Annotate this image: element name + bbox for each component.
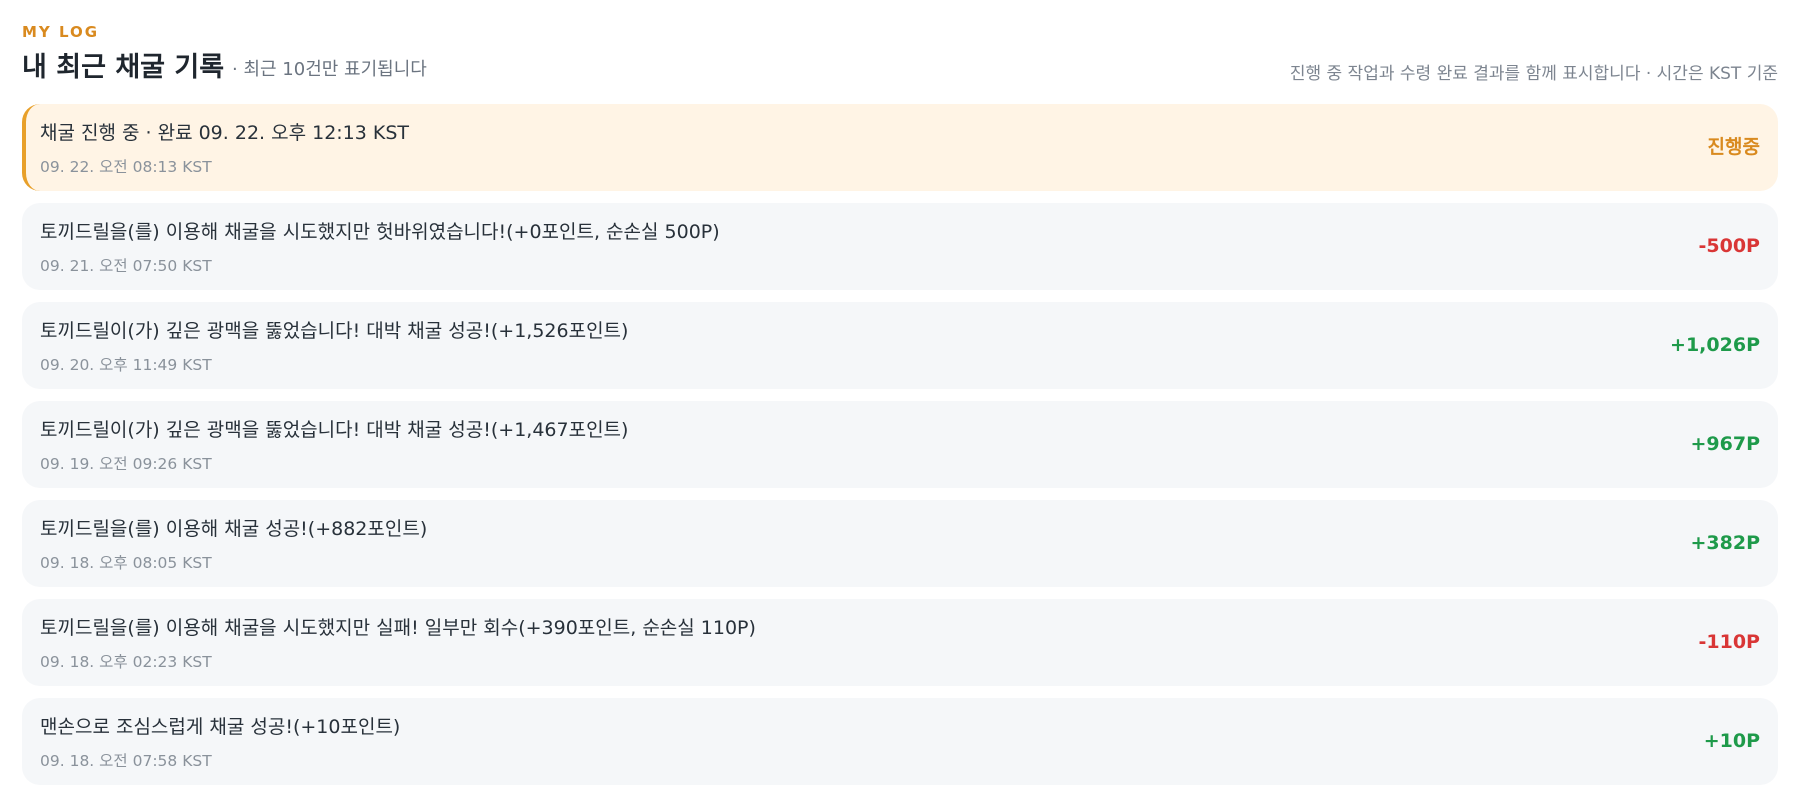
- log-item-text: 토끼드릴을(를) 이용해 채굴을 시도했지만 실패! 일부만 회수(+390포인…: [40, 617, 756, 639]
- log-item-amount: +382P: [1690, 532, 1760, 554]
- log-item-text: 토끼드릴이(가) 깊은 광맥을 뚫었습니다! 대박 채굴 성공!(+1,467포…: [40, 419, 629, 441]
- info-note: 진행 중 작업과 수령 완료 결과를 함께 표시합니다 · 시간은 KST 기준: [1289, 64, 1778, 84]
- log-item[interactable]: 토끼드릴을(를) 이용해 채굴을 시도했지만 헛바위였습니다!(+0포인트, 순…: [22, 203, 1778, 290]
- log-list: 채굴 진행 중 · 완료 09. 22. 오후 12:13 KST 09. 22…: [22, 104, 1778, 797]
- log-item-amount: -500P: [1698, 235, 1760, 257]
- log-item-time: 09. 18. 오전 07:58 KST: [40, 752, 212, 770]
- log-item-time: 09. 20. 오후 11:49 KST: [40, 356, 212, 374]
- log-item-text: 채굴 진행 중 · 완료 09. 22. 오후 12:13 KST: [40, 122, 410, 144]
- log-item-amount: +1,026P: [1670, 334, 1760, 356]
- log-item-amount: +10P: [1703, 730, 1760, 752]
- title-row: 내 최근 채굴 기록 · 최근 10건만 표기됩니다 진행 중 작업과 수령 완…: [22, 50, 1778, 90]
- log-item-amount: +967P: [1690, 433, 1760, 455]
- log-item-time: 09. 19. 오전 09:26 KST: [40, 455, 212, 473]
- log-item-amount: 진행중: [1707, 136, 1760, 158]
- log-item[interactable]: 채굴 진행 중 · 완료 09. 22. 오후 12:13 KST 09. 22…: [22, 104, 1778, 191]
- log-item[interactable]: 토끼드릴이(가) 깊은 광맥을 뚫었습니다! 대박 채굴 성공!(+1,526포…: [22, 302, 1778, 389]
- log-item-time: 09. 21. 오전 07:50 KST: [40, 257, 212, 275]
- mining-log-panel: MY LOG 내 최근 채굴 기록 · 최근 10건만 표기됩니다 진행 중 작…: [22, 0, 1778, 795]
- section-eyebrow: MY LOG: [22, 23, 100, 41]
- log-item[interactable]: 토끼드릴이(가) 깊은 광맥을 뚫었습니다! 대박 채굴 성공!(+1,467포…: [22, 401, 1778, 488]
- log-item-time: 09. 22. 오전 08:13 KST: [40, 158, 212, 176]
- log-item[interactable]: 토끼드릴을(를) 이용해 채굴을 시도했지만 실패! 일부만 회수(+390포인…: [22, 599, 1778, 686]
- log-item-time: 09. 18. 오후 02:23 KST: [40, 653, 212, 671]
- log-item-amount: -110P: [1698, 631, 1760, 653]
- log-item-text: 맨손으로 조심스럽게 채굴 성공!(+10포인트): [40, 716, 401, 738]
- log-item-text: 토끼드릴을(를) 이용해 채굴 성공!(+882포인트): [40, 518, 428, 540]
- log-item[interactable]: 맨손으로 조심스럽게 채굴 성공!(+10포인트) 09. 18. 오전 07:…: [22, 698, 1778, 785]
- log-item[interactable]: 토끼드릴을(를) 이용해 채굴 성공!(+882포인트) 09. 18. 오후 …: [22, 500, 1778, 587]
- page-title: 내 최근 채굴 기록: [22, 52, 225, 83]
- log-item-text: 토끼드릴을(를) 이용해 채굴을 시도했지만 헛바위였습니다!(+0포인트, 순…: [40, 221, 720, 243]
- log-item-text: 토끼드릴이(가) 깊은 광맥을 뚫었습니다! 대박 채굴 성공!(+1,526포…: [40, 320, 629, 342]
- log-item-time: 09. 18. 오후 08:05 KST: [40, 554, 212, 572]
- page-subtitle: · 최근 10건만 표기됩니다: [232, 59, 427, 80]
